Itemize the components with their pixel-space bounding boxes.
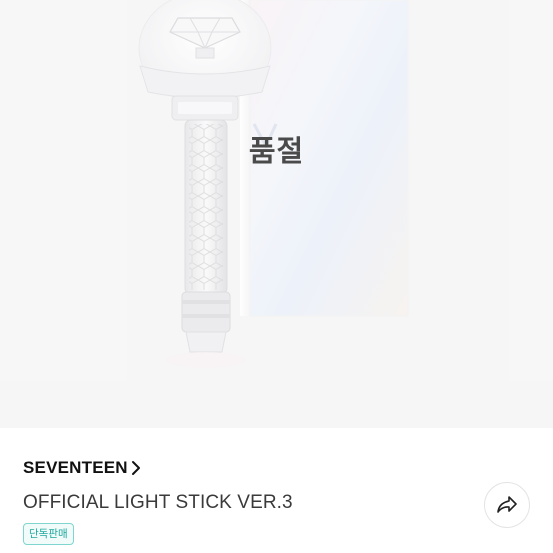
share-button[interactable] (484, 482, 530, 528)
product-title: OFFICIAL LIGHT STICK VER.3 (23, 492, 293, 513)
artist-name: SEVENTEEN (23, 458, 128, 477)
soldout-overlay (0, 0, 553, 428)
exclusive-badge: 단독판매 (23, 523, 74, 545)
share-icon (496, 495, 518, 515)
artist-link[interactable]: SEVENTEEN (23, 458, 142, 478)
soldout-label: 품절 (248, 134, 305, 168)
chevron-right-icon (130, 460, 142, 476)
product-info: SEVENTEEN OFFICIAL LIGHT STICK VER.3 단독판… (0, 428, 553, 553)
product-image[interactable]: 품절 (0, 0, 553, 428)
product-page: 품절 SEVENTEEN OFFICIAL LIGHT STICK VER.3 … (0, 0, 553, 553)
